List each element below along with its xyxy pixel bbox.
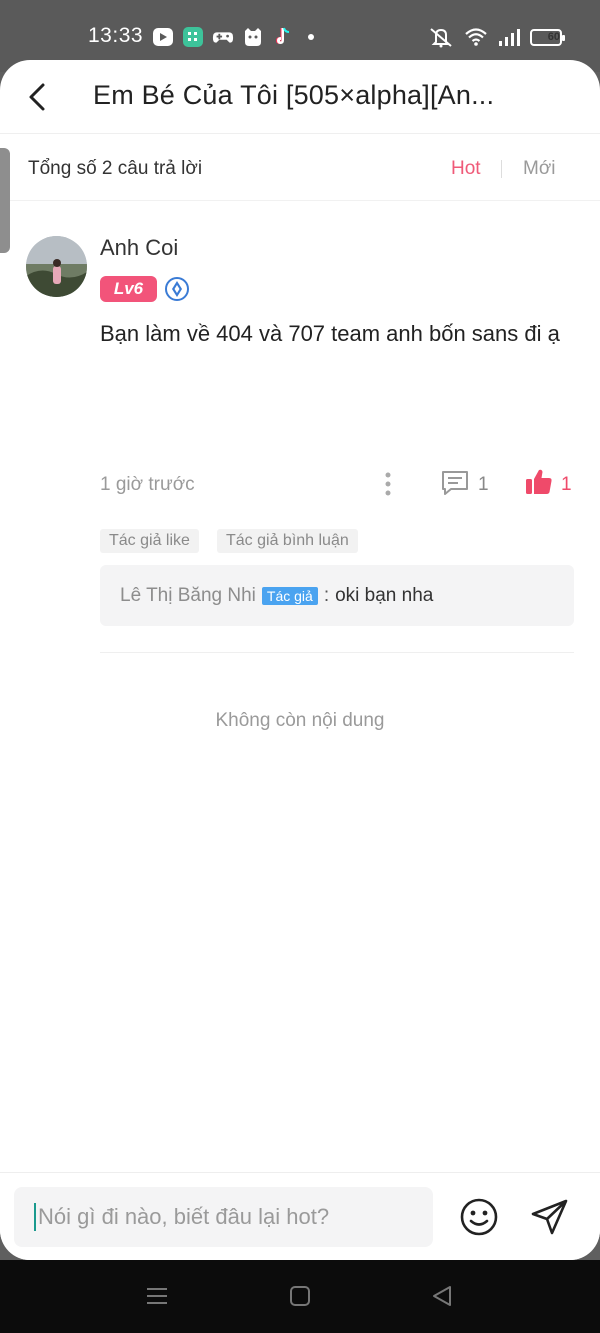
header: Em Bé Của Tôi [505×alpha][An... (0, 60, 600, 134)
comments-sheet: Em Bé Của Tôi [505×alpha][An... Tổng số … (0, 60, 600, 1260)
back-button[interactable] (22, 80, 52, 114)
level-badge: Lv6 (100, 276, 157, 302)
comment-time: 1 giờ trước (100, 474, 195, 495)
tab-separator (501, 160, 502, 178)
status-indicators: 60 (428, 26, 565, 48)
total-answers: Tổng số 2 câu trả lời (28, 158, 203, 179)
end-of-list: Không còn nội dung (215, 710, 385, 731)
avatar[interactable] (26, 236, 87, 297)
reply-colon: : (323, 584, 330, 606)
thumbs-up-icon[interactable] (524, 467, 554, 497)
like-count: 1 (561, 474, 572, 495)
tiktok-icon (272, 26, 294, 48)
reply-icon[interactable] (440, 469, 470, 497)
battery-icon: 60 (530, 28, 565, 46)
user-name[interactable]: Anh Coi (100, 235, 178, 261)
tag-author-liked: Tác giả like (100, 529, 199, 553)
tab-hot[interactable]: Hot (451, 158, 481, 180)
edge-handle[interactable] (0, 148, 10, 253)
reply-text: oki bạn nha (335, 584, 434, 606)
author-badge: Tác giả (261, 586, 318, 605)
signal-icon (499, 29, 520, 46)
mute-icon (430, 28, 452, 48)
battery-level: 60 (547, 31, 560, 43)
send-icon[interactable] (530, 1197, 570, 1237)
back-arrow-icon (29, 83, 45, 111)
system-nav-bar (0, 1260, 600, 1333)
text-caret (34, 1203, 36, 1231)
filter-bar: Tổng số 2 câu trả lời Hot Mới (0, 134, 600, 201)
comment-input[interactable]: Nói gì đi nào, biết đâu lại hot? (14, 1187, 433, 1247)
status-time: 13:33 (88, 24, 144, 47)
input-placeholder: Nói gì đi nào, biết đâu lại hot? (38, 1204, 330, 1229)
gamepad-icon (212, 26, 234, 48)
medal-icon (165, 277, 189, 301)
reply-author[interactable]: Lê Thị Băng Nhi (120, 585, 256, 607)
video-app-icon (152, 26, 174, 48)
nav-home-icon[interactable] (288, 1284, 312, 1308)
nav-menu-icon[interactable] (145, 1284, 169, 1308)
more-icon[interactable] (380, 471, 396, 497)
status-app-icons (152, 26, 314, 48)
notification-dot (308, 34, 314, 40)
comment-input-bar: Nói gì đi nào, biết đâu lại hot? (0, 1172, 600, 1260)
comment-text: Bạn làm về 404 và 707 team anh bốn sans … (100, 321, 560, 346)
nav-back-icon[interactable] (430, 1284, 454, 1308)
reply-count: 1 (478, 474, 489, 495)
author-reply[interactable]: Lê Thị Băng Nhi Tác giả : oki bạn nha (100, 565, 574, 626)
tag-author-commented: Tác giả bình luận (217, 529, 358, 553)
page-title: Em Bé Của Tôi [505×alpha][An... (93, 80, 495, 110)
emoji-icon[interactable] (459, 1197, 499, 1237)
calculator-app-icon (182, 26, 204, 48)
wifi-icon (465, 28, 487, 46)
cat-app-icon (242, 26, 264, 48)
tab-new[interactable]: Mới (523, 158, 556, 180)
divider (100, 652, 574, 653)
